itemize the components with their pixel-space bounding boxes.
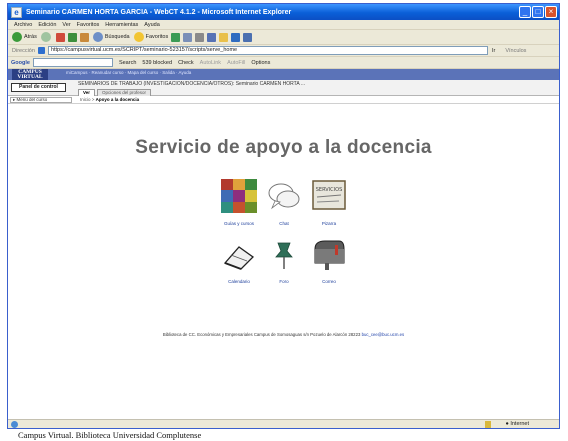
breadcrumb: Inicio > Apoyo a la docencia [80,97,140,102]
guides-icon [221,179,257,213]
menu-ayuda[interactable]: Ayuda [144,22,160,28]
url-field[interactable]: https://campusvirtual.ucm.es/SCRIPT/semi… [47,46,488,55]
breadcrumb-home[interactable]: Inicio [80,97,91,102]
standard-toolbar: Atrás Búsqueda Favoritos [8,30,559,45]
tile-whiteboard-label[interactable]: Pizarra [299,221,359,226]
go-button[interactable]: Ir [492,48,495,54]
search-button[interactable]: Búsqueda [92,32,130,42]
maximize-button[interactable]: □ [532,6,544,18]
back-arrow-icon [12,32,22,42]
view-tabs: Ver Opciones del profesor [78,89,152,96]
security-zone: ● Internet [505,421,529,427]
pushpin-icon [275,242,293,269]
page-content: CAMPUS VIRTUAL miCampus · Reanudar curso… [8,69,559,419]
google-logo[interactable]: Google [11,60,30,66]
close-button[interactable]: × [545,6,557,18]
menu-herramientas[interactable]: Herramientas [105,22,138,28]
autofill-button[interactable]: AutoFill [227,60,245,66]
google-toolbar: Google Search 539 blocked Check AutoLink… [8,57,559,69]
address-bar: Dirección https://campusvirtual.ucm.es/S… [8,45,559,57]
padlock-icon [485,421,491,428]
forward-button[interactable] [40,32,53,42]
tab-designer-options[interactable]: Opciones del profesor [97,89,152,96]
tile-whiteboard[interactable]: SERVICIOS Pizarra [299,179,359,226]
spellcheck-button[interactable]: Check [178,60,194,66]
course-menu-label: Menú del curso [16,96,48,102]
menu-favoritos[interactable]: Favoritos [77,22,100,28]
browser-window: e Seminario CARMEN HORTA GARCIA - WebCT … [7,3,560,429]
screenshot-figure: e Seminario CARMEN HORTA GARCIA - WebCT … [0,0,568,441]
star-icon [133,32,144,42]
minimize-button[interactable]: _ [519,6,531,18]
menu-archivo[interactable]: Archivo [14,22,32,28]
back-label: Atrás [24,34,37,40]
window-controls: _ □ × [519,6,557,18]
refresh-icon[interactable] [67,32,77,42]
favorites-label: Favoritos [145,34,169,40]
links-button[interactable]: Vínculos [505,48,526,54]
research-icon[interactable] [243,32,253,42]
control-panel-button[interactable]: Panel de control [11,83,66,92]
google-search-button[interactable]: Search [119,60,136,66]
calendar-icon [223,246,255,270]
ie-icon: e [11,6,22,18]
chat-icon [268,183,300,210]
forward-arrow-icon [40,32,51,42]
messenger-icon[interactable] [231,32,241,42]
library-address: Biblioteca de CC. Económicas y Empresari… [8,332,559,337]
search-icon [92,32,103,42]
folder-icon[interactable] [219,32,229,42]
tile-mail-label[interactable]: Correo [299,279,359,284]
tile-mail[interactable]: Correo [299,237,359,284]
favorites-button[interactable]: Favoritos [133,32,169,42]
page-title: Servicio de apoyo a la docencia [135,137,432,158]
figure-caption: Campus Virtual. Biblioteca Universidad C… [18,430,202,440]
back-button[interactable]: Atrás [12,32,37,42]
whiteboard-icon: SERVICIOS [312,180,346,210]
autolink-button[interactable]: AutoLink [200,60,221,66]
status-bar: ● Internet [8,419,559,428]
breadcrumb-current: Apoyo a la docencia [95,97,140,102]
course-menu-toggle[interactable]: ▸ Menú del curso [10,96,72,103]
popup-blocked-count[interactable]: 539 blocked [142,60,172,66]
search-label: Búsqueda [104,34,130,40]
page-status-icon [11,421,18,428]
campus-nav-links[interactable]: miCampus · Reanudar curso · Mapa del cur… [66,70,191,75]
mail-icon[interactable] [183,32,193,42]
google-search-input[interactable] [32,58,113,67]
tab-view[interactable]: Ver [78,89,96,96]
course-header: Panel de control SEMINARIOS DE TRABAJO (… [8,80,559,96]
history-icon[interactable] [171,32,181,42]
window-title: Seminario CARMEN HORTA GARCIA - WebCT 4.… [26,8,292,16]
course-menu-row: ▸ Menú del curso Inicio > Apoyo a la doc… [8,96,559,104]
title-bar[interactable]: e Seminario CARMEN HORTA GARCIA - WebCT … [8,4,559,20]
options-button[interactable]: Options [251,60,270,66]
campus-top-nav: CAMPUS VIRTUAL miCampus · Reanudar curso… [8,69,559,80]
mailbox-icon [314,240,345,270]
menu-ver[interactable]: Ver [62,22,70,28]
edit-icon[interactable] [207,32,217,42]
library-email-link[interactable]: buc_cee@buc.ucm.es [362,332,405,337]
menu-bar: Archivo Edición Ver Favoritos Herramient… [8,20,559,30]
home-icon[interactable] [79,32,89,42]
course-title: SEMINARIOS DE TRABAJO (INVESTIGACION/DOC… [78,81,305,87]
zone-label: Internet [510,421,529,427]
library-address-text: Biblioteca de CC. Económicas y Empresari… [162,332,361,337]
campus-virtual-logo[interactable]: CAMPUS VIRTUAL [12,69,48,80]
page-icon [37,47,45,54]
menu-edicion[interactable]: Edición [38,22,56,28]
address-label: Dirección [12,47,35,54]
whiteboard-board-text: SERVICIOS [316,187,343,193]
stop-icon[interactable] [55,32,65,42]
print-icon[interactable] [195,32,205,42]
